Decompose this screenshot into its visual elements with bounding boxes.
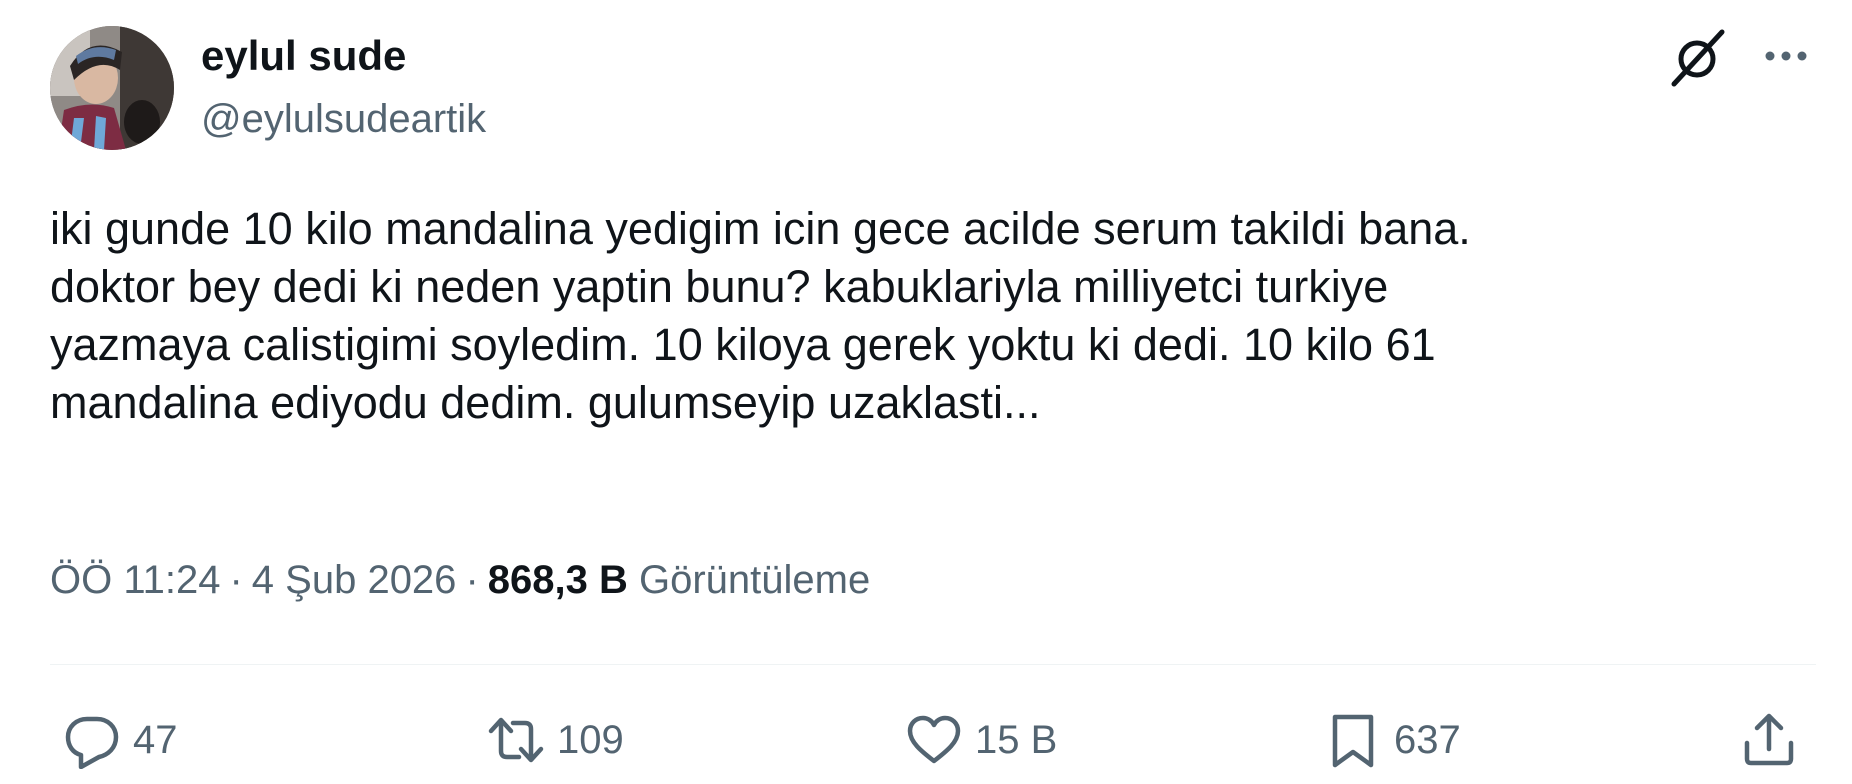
tweet-time[interactable]: ÖÖ 11:24 [50, 558, 220, 602]
retweet-count: 109 [557, 718, 624, 762]
more-dots-icon[interactable] [1762, 38, 1810, 74]
meta-separator: · [465, 558, 479, 602]
divider [50, 664, 1816, 665]
tweet-card: eylul sude @eylulsudeartik iki gunde 10 … [0, 0, 1852, 784]
avatar[interactable] [50, 26, 174, 150]
share-icon [1744, 713, 1794, 766]
views-label: Görüntüleme [639, 558, 871, 602]
grok-icon[interactable] [1668, 28, 1728, 88]
bookmark-icon [1332, 714, 1374, 768]
bookmark-count: 637 [1394, 718, 1461, 762]
reply-icon [65, 716, 119, 769]
like-button[interactable]: 15 B [905, 710, 1057, 770]
reply-button[interactable]: 47 [63, 710, 178, 770]
meta-separator: · [229, 558, 243, 602]
views-count: 868,3 B [487, 558, 628, 602]
retweet-icon [488, 717, 544, 763]
like-count: 15 B [975, 718, 1058, 762]
retweet-button[interactable]: 109 [487, 710, 624, 770]
author-handle[interactable]: @eylulsudeartik [201, 94, 486, 144]
bookmark-button[interactable]: 637 [1324, 710, 1461, 770]
tweet-meta: ÖÖ 11:24 · 4 Şub 2026 · 868,3 B Görüntüleme [50, 552, 870, 608]
reply-count: 47 [133, 718, 178, 762]
tweet-date[interactable]: 4 Şub 2026 [252, 558, 457, 602]
author-display-name[interactable]: eylul sude [201, 30, 406, 82]
share-button[interactable] [1740, 710, 1798, 770]
heart-icon [907, 715, 961, 764]
tweet-text: iki gunde 10 kilo mandalina yedigim icin… [50, 203, 1471, 428]
